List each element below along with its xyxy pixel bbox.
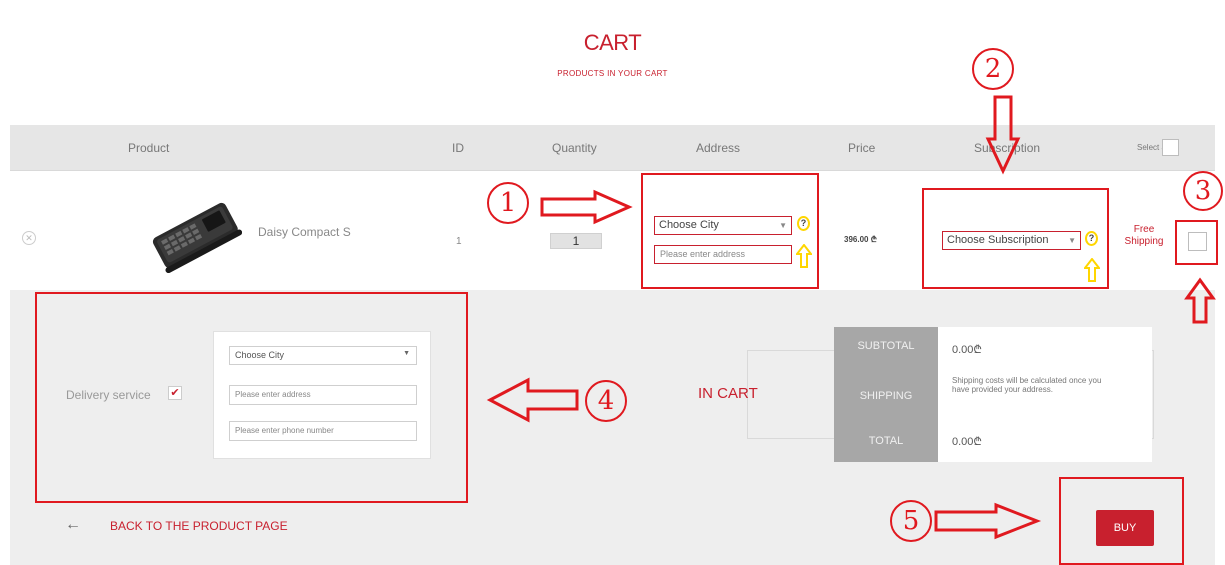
product-name[interactable]: Daisy Compact S [258, 225, 351, 239]
address-input[interactable]: Please enter address [654, 245, 792, 264]
chevron-down-icon: ▼ [403, 350, 410, 357]
delivery-phone-input[interactable]: Please enter phone number [229, 421, 417, 441]
subscription-value: Choose Subscription [947, 234, 1049, 246]
annotation-arrow-1 [540, 189, 633, 225]
subtotal-label: SUBTOTAL [857, 340, 915, 352]
column-header-id: ID [452, 141, 464, 155]
shipping-label: SHIPPING [859, 390, 913, 402]
product-image [152, 202, 242, 273]
address-help-icon[interactable]: ? [797, 216, 810, 231]
product-price: 396.00 ₾ [844, 235, 877, 244]
column-header-price: Price [848, 141, 876, 155]
delivery-city-value: Choose City [235, 350, 285, 360]
subscription-help-icon[interactable]: ? [1085, 231, 1098, 246]
annotation-number-4: 4 [585, 380, 627, 422]
annotation-arrow-4 [486, 377, 579, 423]
back-arrow-icon[interactable]: ← [65, 516, 81, 534]
delivery-service-checkbox[interactable]: ✔ [168, 386, 182, 400]
chevron-down-icon: ▼ [1068, 236, 1076, 245]
select-all-checkbox[interactable] [1162, 139, 1179, 156]
product-id: 1 [456, 236, 462, 247]
column-header-quantity: Quantity [552, 141, 597, 155]
back-to-product-link[interactable]: BACK TO THE PRODUCT PAGE [110, 519, 288, 533]
free-shipping-label: Free Shipping [1124, 224, 1164, 247]
address-city-select[interactable]: Choose City ▼ [654, 216, 792, 235]
delivery-city-select[interactable]: Choose City ▼ [229, 346, 417, 365]
page-subtitle: PRODUCTS IN YOUR CART [557, 69, 668, 78]
total-label: TOTAL [868, 435, 904, 447]
cart-page: CART PRODUCTS IN YOUR CART Product ID Qu… [0, 0, 1225, 565]
quantity-input[interactable]: 1 [550, 233, 602, 249]
chevron-down-icon: ▼ [779, 221, 787, 230]
help-indicator-arrow-2 [1084, 258, 1100, 282]
annotation-arrow-5 [934, 502, 1042, 540]
buy-button[interactable]: BUY [1096, 510, 1154, 546]
annotation-number-3: 3 [1183, 171, 1223, 211]
address-city-value: Choose City [659, 219, 719, 231]
subtotal-value: 0.00₾ [952, 344, 982, 356]
annotation-number-5: 5 [890, 500, 932, 542]
annotation-number-1: 1 [487, 182, 529, 224]
remove-item-button[interactable]: ✕ [22, 231, 36, 245]
free-shipping-checkbox[interactable] [1188, 232, 1207, 251]
page-title: CART [583, 30, 642, 55]
help-indicator-arrow-1 [796, 244, 812, 268]
total-value: 0.00₾ [952, 436, 982, 448]
annotation-number-2: 2 [972, 48, 1014, 90]
annotation-arrow-3 [1184, 277, 1216, 324]
delivery-service-label: Delivery service [66, 388, 151, 402]
subscription-select[interactable]: Choose Subscription ▼ [942, 231, 1081, 250]
shipping-note: Shipping costs will be calculated once y… [952, 376, 1102, 394]
annotation-arrow-2 [985, 95, 1021, 175]
delivery-address-input[interactable]: Please enter address [229, 385, 417, 405]
column-header-product: Product [128, 141, 170, 155]
in-cart-label: IN CART [698, 385, 758, 402]
column-header-address: Address [696, 141, 741, 155]
